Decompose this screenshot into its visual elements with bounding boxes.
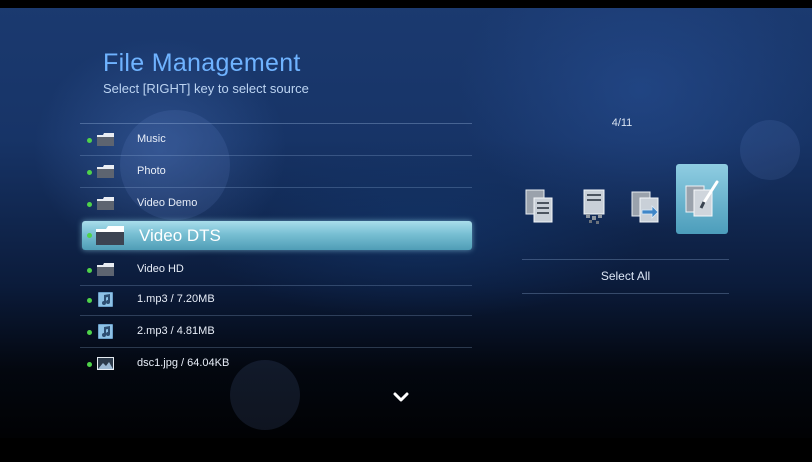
bullet-icon [87,138,92,143]
list-item-label: Video DTS [139,226,221,245]
page-subtitle: Select [RIGHT] key to select source [103,81,309,96]
list-item-label: 1.mp3 / 7.20MB [137,293,215,305]
list-item-label: Music [137,133,166,145]
bullet-icon [87,170,92,175]
folder-icon [97,133,114,146]
bullet-icon [87,202,92,207]
list-item-label: Video Demo [137,197,198,209]
list-item-1-mp3[interactable]: 1.mp3 / 7.20MB [80,284,472,316]
list-item-label: Photo [137,165,166,177]
list-item-label: Video HD [137,263,184,275]
letterbox-top [0,0,812,8]
folder-icon [96,226,124,245]
move-icon[interactable] [628,188,662,226]
page-title: File Management [103,49,301,77]
list-item-video-dts-selected[interactable]: Video DTS [82,221,472,250]
chevron-down-icon[interactable] [393,392,409,402]
screen: File Management Select [RIGHT] key to se… [0,0,812,462]
list-item-dsc1-jpg[interactable]: dsc1.jpg / 64.04KB [80,348,472,380]
list-item-photo[interactable]: Photo [80,156,472,188]
copy-icon[interactable] [522,188,556,226]
right-panel-divider-bottom [522,293,729,294]
bullet-icon [87,298,92,303]
list-item-music[interactable]: Music [80,124,472,156]
select-icon-highlight[interactable] [676,164,728,234]
bullet-icon [87,268,92,273]
letterbox-bottom [0,438,812,462]
bullet-icon [87,233,92,238]
list-item-label: dsc1.jpg / 64.04KB [137,357,230,369]
list-item-label: 2.mp3 / 4.81MB [137,325,215,337]
list-item-2-mp3[interactable]: 2.mp3 / 4.81MB [80,316,472,348]
background-bokeh [740,120,800,180]
image-file-icon [97,357,114,370]
music-file-icon [98,324,113,339]
folder-icon [97,263,114,276]
delete-icon[interactable] [577,188,611,226]
select-all-button[interactable]: Select All [522,269,729,283]
list-item-video-demo[interactable]: Video Demo [80,188,472,220]
folder-icon [97,197,114,210]
music-file-icon [98,292,113,307]
bullet-icon [87,362,92,367]
bullet-icon [87,330,92,335]
list-item-video-hd[interactable]: Video HD [80,254,472,286]
right-panel-divider-top [522,259,729,260]
page-counter: 4/11 [611,117,633,129]
folder-icon [97,165,114,178]
select-icon [685,180,719,217]
